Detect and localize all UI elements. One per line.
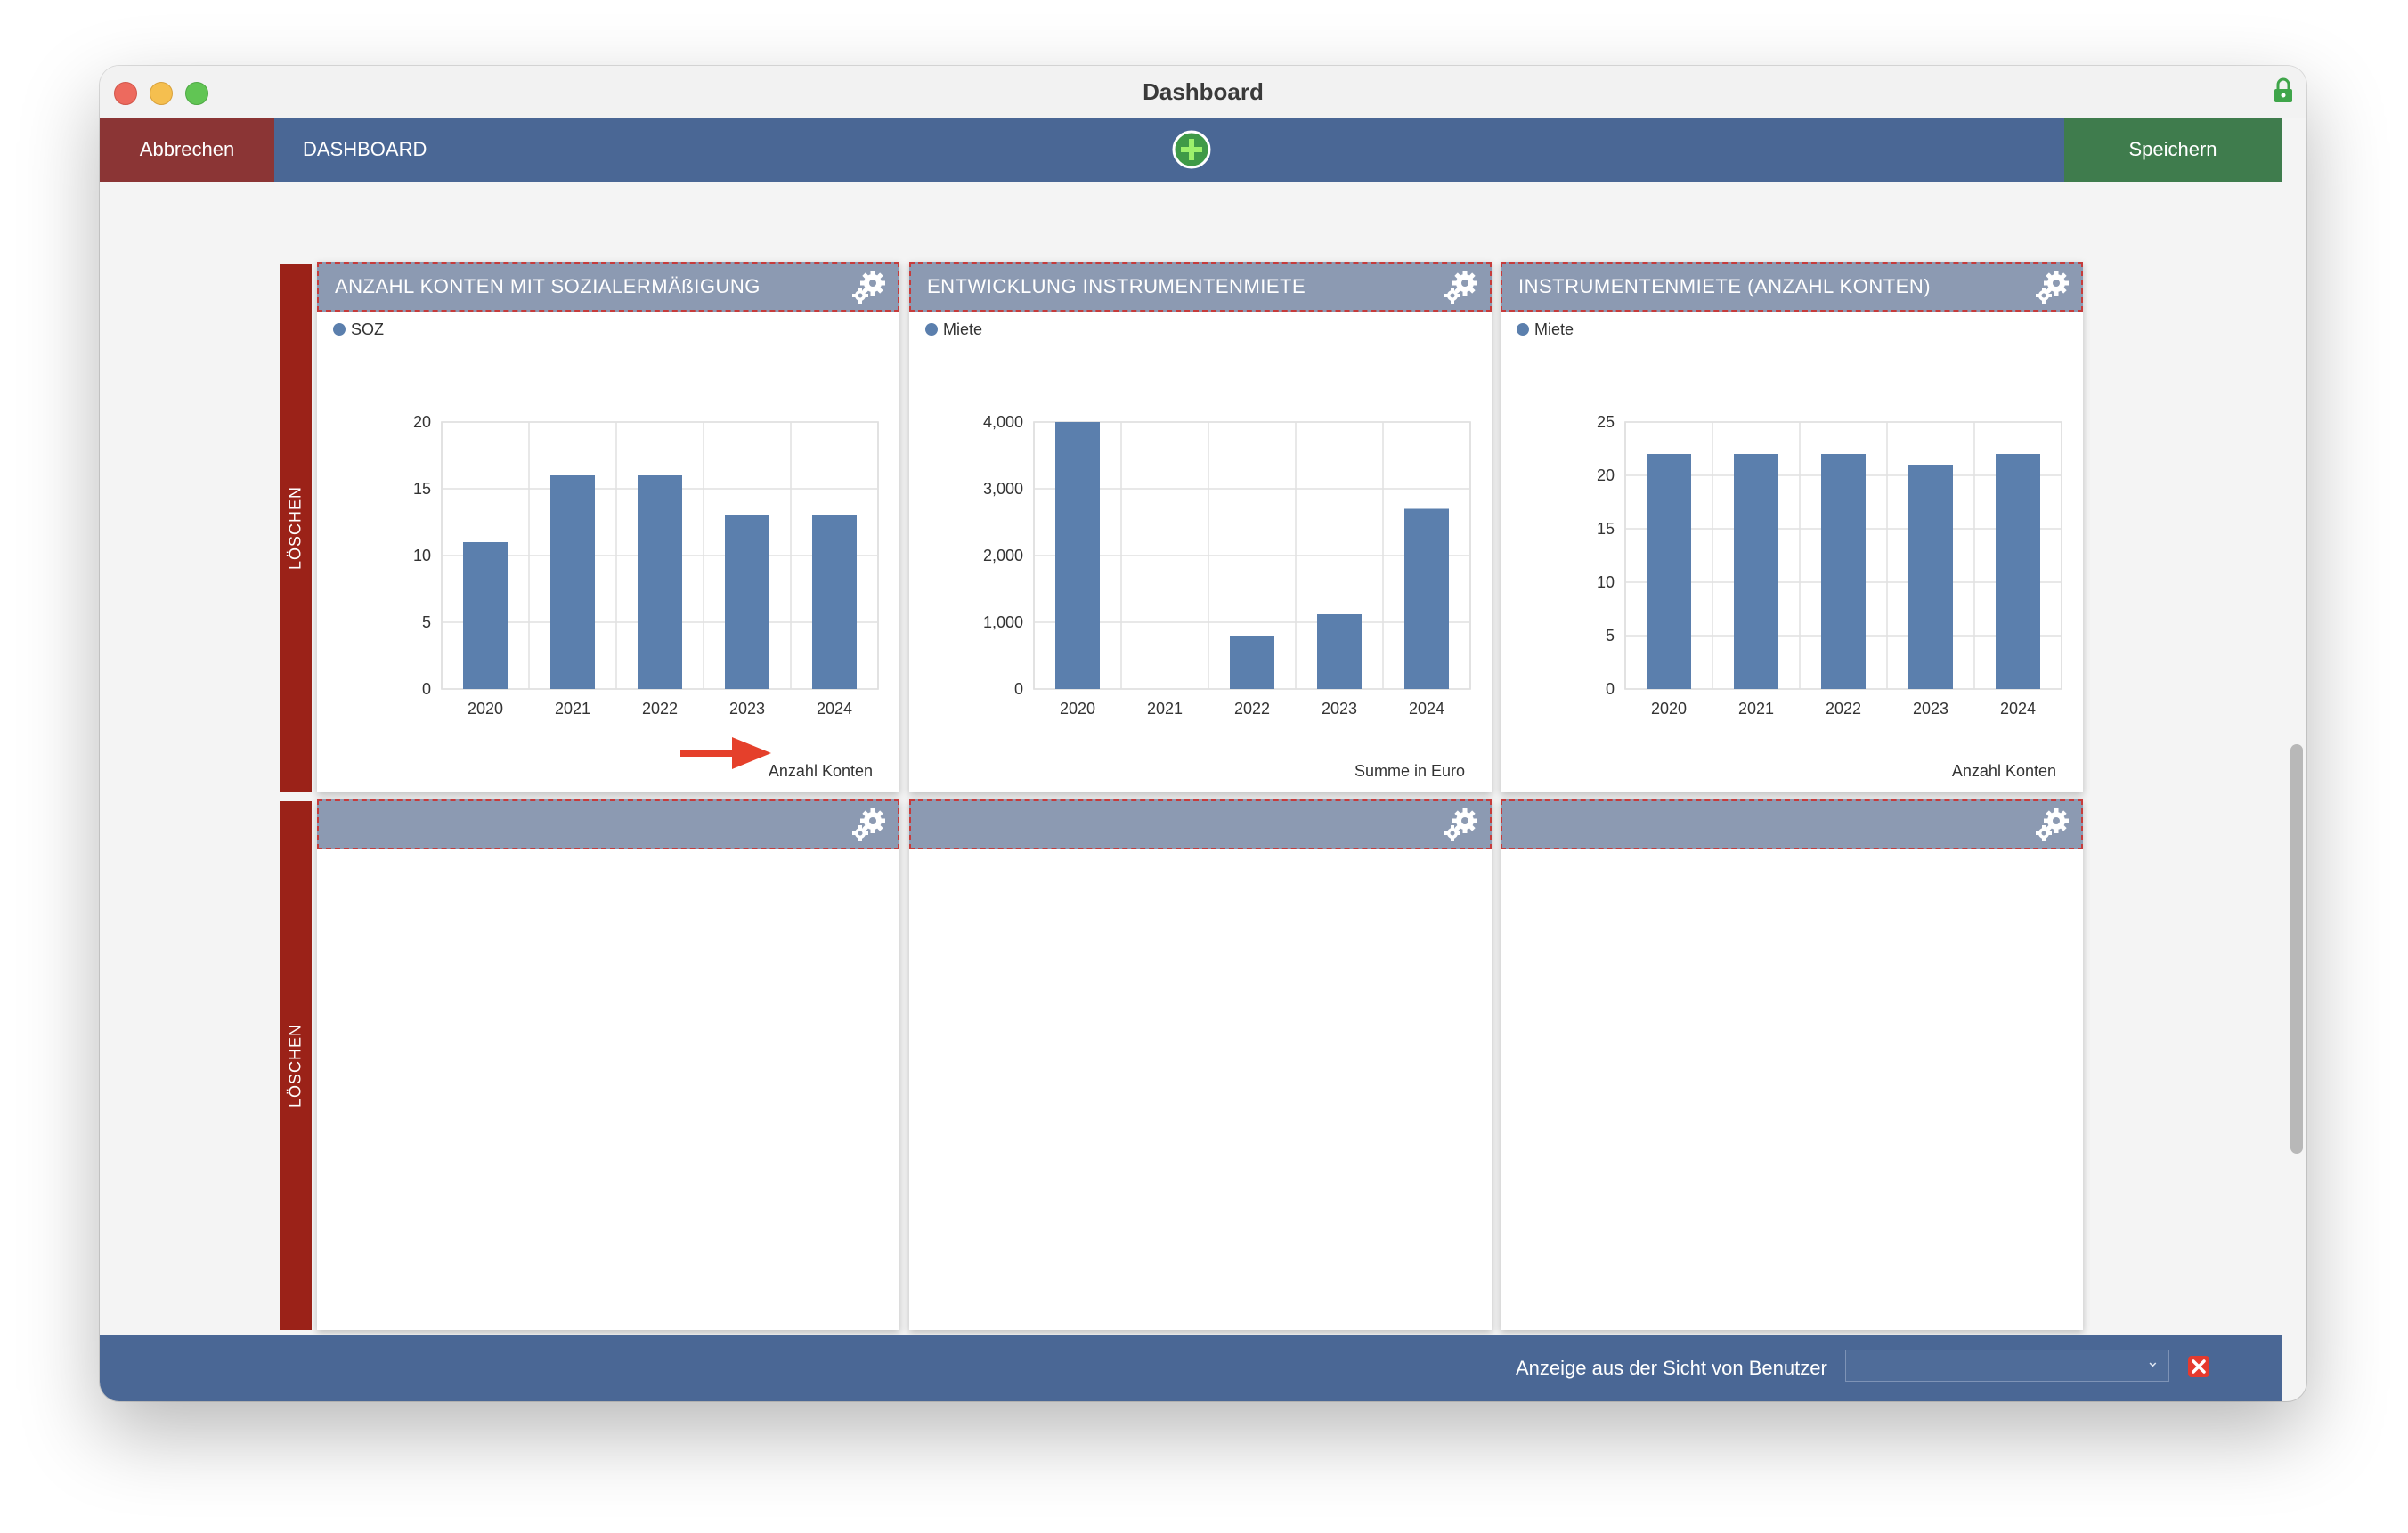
x-tick-label: 2021 (1738, 700, 1774, 718)
settings-gear-icon[interactable] (1444, 271, 1477, 304)
settings-gear-icon[interactable] (2035, 271, 2069, 304)
bar (1821, 454, 1866, 689)
widget-panel-1: ANZAHL KONTEN MIT SOZIALERMÄßIGUNG SOZ 0… (317, 262, 899, 792)
widget-panel-5 (909, 799, 1492, 1330)
view-as-user-label: Anzeige aus der Sicht von Benutzer (1516, 1357, 1827, 1379)
y-tick-label: 5 (422, 613, 431, 631)
bottom-statusbar: Anzeige aus der Sicht von Benutzer ⌄ (100, 1335, 2282, 1401)
x-tick-label: 2020 (1651, 700, 1687, 718)
annotation-arrow-icon (680, 737, 771, 769)
bar (463, 542, 508, 689)
widget-panel-4 (317, 799, 899, 1330)
widget-title: ANZAHL KONTEN MIT SOZIALERMÄßIGUNG (335, 275, 761, 297)
y-tick-label: 0 (1014, 680, 1023, 698)
delete-row-label: LÖSCHEN (286, 1023, 305, 1108)
y-tick-label: 0 (422, 680, 431, 698)
chart-footnote: Anzahl Konten (1951, 762, 2056, 780)
bar-chart: 051015202020 2021 2022 2023 2024 (413, 413, 879, 718)
widget-title: INSTRUMENTENMIETE (ANZAHL KONTEN) (1518, 275, 1932, 297)
x-tick-label: 2024 (2000, 700, 2036, 718)
widget-header: ANZAHL KONTEN MIT SOZIALERMÄßIGUNG (317, 262, 899, 312)
y-tick-label: 25 (1597, 413, 1615, 431)
y-tick-label: 15 (413, 480, 431, 498)
add-widget-icon[interactable] (1170, 128, 1213, 171)
bar (1404, 508, 1449, 689)
y-tick-label: 5 (1606, 627, 1615, 645)
y-tick-label: 1,000 (983, 613, 1023, 631)
widget-title: ENTWICKLUNG INSTRUMENTENMIETE (927, 275, 1306, 297)
delete-row-1-button[interactable]: LÖSCHEN (280, 264, 312, 792)
lock-icon (2274, 77, 2292, 102)
widget-header (909, 799, 1492, 849)
settings-gear-icon[interactable] (851, 808, 885, 842)
x-tick-label: 2020 (1060, 700, 1095, 718)
y-tick-label: 4,000 (983, 413, 1023, 431)
bar (812, 515, 857, 689)
chart-footnote: Anzahl Konten (768, 762, 873, 780)
breadcrumb: DASHBOARD (303, 138, 427, 160)
bar (638, 475, 682, 689)
widget-header: ENTWICKLUNG INSTRUMENTENMIETE (909, 262, 1492, 312)
y-tick-label: 20 (1597, 466, 1615, 484)
title-bar: Dashboard (100, 66, 2306, 118)
user-select-dropdown[interactable]: ⌄ (1845, 1350, 2169, 1382)
x-tick-label: 2024 (817, 700, 852, 718)
x-tick-label: 2023 (1322, 700, 1357, 718)
settings-gear-icon[interactable] (1444, 808, 1477, 842)
y-tick-label: 10 (1597, 573, 1615, 591)
bar (1230, 636, 1274, 689)
y-tick-label: 0 (1606, 680, 1615, 698)
bar (550, 475, 595, 689)
widget-header (317, 799, 899, 849)
chart-footnote: Summe in Euro (1354, 762, 1465, 780)
widget-header (1501, 799, 2083, 849)
top-toolbar: Abbrechen DASHBOARD Speichern (100, 118, 2282, 182)
bar (1996, 454, 2040, 689)
settings-gear-icon[interactable] (851, 271, 885, 304)
x-tick-label: 2023 (1913, 700, 1948, 718)
bar (725, 515, 769, 689)
clear-user-icon[interactable] (2187, 1355, 2210, 1378)
y-tick-label: 15 (1597, 520, 1615, 538)
y-tick-label: 2,000 (983, 547, 1023, 564)
widget-panel-3: INSTRUMENTENMIETE (ANZAHL KONTEN) Miete … (1501, 262, 2083, 792)
x-tick-label: 2020 (468, 700, 503, 718)
x-tick-label: 2023 (729, 700, 765, 718)
cancel-button[interactable]: Abbrechen (100, 118, 274, 182)
bar (1908, 465, 1953, 689)
settings-gear-icon[interactable] (2035, 808, 2069, 842)
x-tick-label: 2024 (1409, 700, 1444, 718)
delete-row-2-button[interactable]: LÖSCHEN (280, 801, 312, 1330)
bar (1734, 454, 1778, 689)
x-tick-label: 2022 (1826, 700, 1861, 718)
bar (1647, 454, 1691, 689)
x-tick-label: 2022 (642, 700, 678, 718)
dashboard-window: Dashboard Abbrechen DASHBOARD Speichern … (100, 66, 2306, 1401)
widget-panel-6 (1501, 799, 2083, 1330)
bar (1055, 422, 1100, 689)
bar-chart: 0 5 10 15 20 25 2020 2021 2022 2023 2024 (1597, 413, 2062, 718)
widget-header: INSTRUMENTENMIETE (ANZAHL KONTEN) (1501, 262, 2083, 312)
y-tick-label: 3,000 (983, 480, 1023, 498)
x-tick-label: 2021 (555, 700, 590, 718)
delete-row-label: LÖSCHEN (286, 485, 305, 571)
save-button[interactable]: Speichern (2064, 118, 2282, 182)
y-tick-label: 20 (413, 413, 431, 431)
chevron-down-icon: ⌄ (2145, 1352, 2160, 1370)
window-title: Dashboard (1143, 78, 1264, 105)
y-tick-label: 10 (413, 547, 431, 564)
widget-panel-2: ENTWICKLUNG INSTRUMENTENMIETE Miete 0 1,0… (909, 262, 1492, 792)
x-tick-label: 2022 (1234, 700, 1270, 718)
x-tick-label: 2021 (1147, 700, 1183, 718)
scrollbar-thumb[interactable] (2290, 744, 2303, 1154)
bar-chart: 0 1,000 2,000 3,000 4,000 2020 2021 2022 2023 202… (983, 413, 1471, 718)
bar (1317, 614, 1362, 689)
